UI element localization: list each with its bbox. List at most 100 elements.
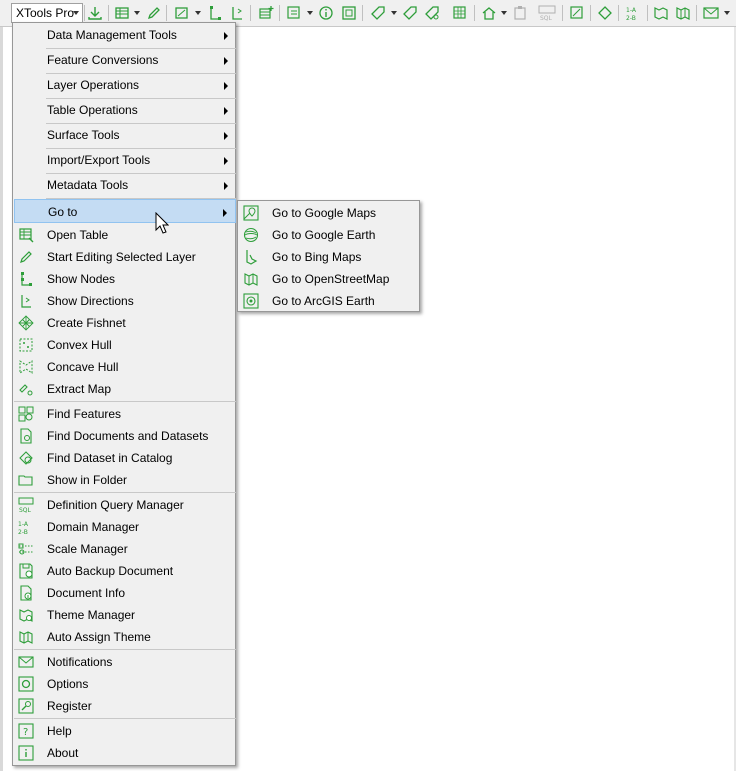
menu-item-label: Concave Hull (47, 360, 119, 374)
menu-find-features[interactable]: Find Features (14, 403, 236, 425)
menu-show-directions[interactable]: Show Directions (14, 290, 236, 312)
theme-icon[interactable] (653, 3, 669, 23)
menu-auto-assign-theme[interactable]: Auto Assign Theme (14, 626, 236, 648)
menu-item-label: Register (47, 699, 92, 713)
label-icon[interactable] (402, 3, 418, 23)
menu-register[interactable]: Register (14, 695, 236, 717)
menu-data-management-tools[interactable]: Data Management Tools (14, 23, 236, 48)
home-icon[interactable] (481, 3, 497, 23)
menu-item-label: Show Directions (47, 294, 134, 308)
menu-import-export-tools[interactable]: Import/Export Tools (14, 148, 236, 173)
polygon-tools-icon[interactable] (174, 3, 190, 23)
goto-openstreetmap[interactable]: Go to OpenStreetMap (239, 268, 419, 290)
submenu-arrow-icon (224, 57, 228, 65)
menu-find-dataset[interactable]: Find Dataset in Catalog (14, 447, 236, 469)
menu-item-label: Theme Manager (47, 608, 136, 622)
menu-find-documents[interactable]: Find Documents and Datasets (14, 425, 236, 447)
menu-item-label: Scale Manager (47, 542, 128, 556)
menu-table-operations[interactable]: Table Operations (14, 98, 236, 123)
chevron-down-icon[interactable] (391, 11, 397, 15)
pencil-icon[interactable] (146, 3, 162, 23)
menu-open-table[interactable]: Open Table (14, 224, 236, 246)
menu-layer-operations[interactable]: Layer Operations (14, 73, 236, 98)
chevron-down-icon[interactable] (195, 11, 201, 15)
auto-theme-icon[interactable] (675, 3, 691, 23)
toolbar-separator (474, 5, 475, 21)
menu-show-in-folder[interactable]: Show in Folder (14, 469, 236, 491)
goto-submenu: Go to Google Maps Go to Google Earth Go … (237, 200, 420, 312)
menu-surface-tools[interactable]: Surface Tools (14, 123, 236, 148)
chevron-down-icon[interactable] (724, 11, 730, 15)
info-icon[interactable] (318, 3, 334, 23)
table-icon[interactable] (114, 3, 130, 23)
menu-item-label: Help (47, 724, 72, 738)
menu-domain-manager[interactable]: 1-A 2-B Domain Manager (14, 516, 236, 538)
chevron-down-icon[interactable] (307, 11, 313, 15)
select-icon[interactable] (286, 3, 302, 23)
xtools-menu: Data Management Tools Feature Conversion… (12, 22, 236, 766)
envelope-icon[interactable] (703, 3, 719, 23)
directions-icon[interactable] (229, 3, 245, 23)
svg-text:1-A: 1-A (626, 7, 637, 14)
nodes-icon[interactable] (207, 3, 223, 23)
chevron-down-icon[interactable] (134, 11, 140, 15)
tag-icon[interactable] (370, 3, 386, 23)
sql-icon: SQL (538, 3, 556, 23)
menu-item-label: Find Dataset in Catalog (47, 451, 173, 465)
goto-google-maps[interactable]: Go to Google Maps (239, 202, 419, 224)
menu-concave-hull[interactable]: Concave Hull (14, 356, 236, 378)
submenu-item-label: Go to OpenStreetMap (272, 272, 390, 286)
menu-definition-query-manager[interactable]: SQL Definition Query Manager (14, 494, 236, 516)
menu-create-fishnet[interactable]: Create Fishnet (14, 312, 236, 334)
menu-go-to[interactable]: Go to (14, 199, 236, 223)
menu-start-editing[interactable]: Start Editing Selected Layer (14, 246, 236, 268)
auto-theme-icon (18, 629, 34, 645)
diamond-icon[interactable] (597, 3, 613, 23)
grid-icon[interactable] (452, 3, 468, 23)
menu-divider (14, 492, 236, 493)
goto-google-earth[interactable]: Go to Google Earth (239, 224, 419, 246)
scale-icon (18, 541, 34, 557)
open-table-icon (18, 227, 34, 243)
document-icon[interactable] (341, 3, 357, 23)
submenu-arrow-icon (223, 209, 227, 217)
menu-auto-backup[interactable]: Auto Backup Document (14, 560, 236, 582)
menu-show-nodes[interactable]: Show Nodes (14, 268, 236, 290)
submenu-arrow-icon (224, 132, 228, 140)
menu-theme-manager[interactable]: Theme Manager (14, 604, 236, 626)
google-maps-icon (243, 205, 259, 221)
concave-hull-icon (18, 359, 34, 375)
goto-arcgis-earth[interactable]: Go to ArcGIS Earth (239, 290, 419, 312)
toolbar-separator (250, 5, 251, 21)
menu-help[interactable]: ? Help (14, 720, 236, 742)
menu-scale-manager[interactable]: Scale Manager (14, 538, 236, 560)
domain-icon[interactable]: 1-A 2-B (626, 3, 642, 23)
menu-metadata-tools[interactable]: Metadata Tools (14, 173, 236, 198)
menu-document-info[interactable]: Document Info (14, 582, 236, 604)
add-table-icon[interactable] (258, 3, 274, 23)
folder-icon (18, 472, 34, 488)
toolbar-separator (166, 5, 167, 21)
menu-extract-map[interactable]: Extract Map (14, 378, 236, 400)
chevron-down-icon[interactable] (501, 11, 507, 15)
menu-about[interactable]: About (14, 742, 236, 764)
backup-icon (18, 563, 34, 579)
toolbar-separator (562, 5, 563, 21)
google-earth-icon (243, 227, 259, 243)
menu-options[interactable]: Options (14, 673, 236, 695)
xtools-pro-button[interactable]: XTools Pro (11, 3, 83, 23)
toolbar-separator (84, 5, 85, 21)
extract-icon[interactable] (569, 3, 585, 23)
menu-feature-conversions[interactable]: Feature Conversions (14, 48, 236, 73)
menu-convex-hull[interactable]: Convex Hull (14, 334, 236, 356)
goto-bing-maps[interactable]: Go to Bing Maps (239, 246, 419, 268)
menu-notifications[interactable]: Notifications (14, 651, 236, 673)
toolbar-separator (590, 5, 591, 21)
labels-icon[interactable] (424, 3, 440, 23)
menu-item-label: Auto Assign Theme (47, 630, 151, 644)
mouse-cursor (155, 211, 170, 234)
import-icon[interactable] (87, 3, 103, 23)
menu-divider (14, 649, 236, 650)
menu-item-label: Import/Export Tools (47, 153, 151, 167)
svg-text:?: ? (23, 727, 28, 738)
